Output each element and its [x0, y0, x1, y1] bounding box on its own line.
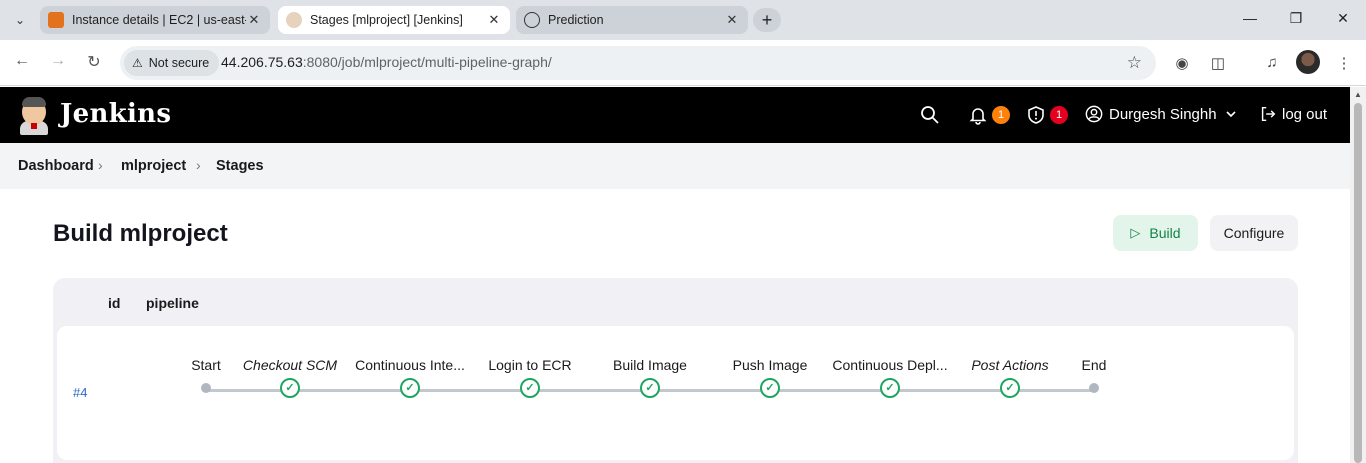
jenkins-logo[interactable] — [18, 95, 50, 135]
logout-link[interactable]: log out — [1259, 105, 1327, 123]
search-button[interactable] — [920, 105, 940, 125]
extension-globe-icon[interactable]: ◉ — [1171, 54, 1193, 72]
forward-arrow-icon[interactable]: → — [46, 52, 70, 70]
user-name: Durgesh Singhh — [1109, 105, 1217, 123]
bell-icon — [969, 108, 987, 125]
notifications-badge: 1 — [992, 106, 1010, 124]
tab-search-chevron-icon[interactable]: ⌄ — [8, 8, 32, 32]
table-row: #4 Start Checkout SCM ✓ Continuous Inte... ✓… — [57, 326, 1294, 460]
restore-icon[interactable]: ❐ — [1286, 10, 1306, 27]
aws-ec2-icon — [48, 12, 64, 28]
warning-triangle-icon: ⚠ — [132, 56, 143, 70]
media-controls-icon[interactable]: ♫ — [1261, 54, 1283, 71]
url-text[interactable]: 44.206.75.63:8080/job/mlproject/multi-pi… — [221, 54, 552, 70]
success-check-icon[interactable]: ✓ — [520, 378, 540, 398]
start-node-icon[interactable] — [201, 383, 211, 393]
profile-avatar[interactable] — [1296, 50, 1320, 74]
shield-icon — [1028, 106, 1044, 124]
success-check-icon[interactable]: ✓ — [640, 378, 660, 398]
success-check-icon[interactable]: ✓ — [1000, 378, 1020, 398]
new-tab-button[interactable]: + — [753, 8, 781, 32]
site-info-button[interactable]: ⚠ Not secure — [124, 50, 220, 76]
breadcrumb-item-dashboard[interactable]: Dashboard — [18, 158, 94, 174]
success-check-icon[interactable]: ✓ — [280, 378, 300, 398]
reload-icon[interactable]: ↻ — [82, 52, 106, 72]
pipeline-table: id pipeline #4 Start Checkout SCM ✓ Continu… — [53, 278, 1298, 463]
globe-icon — [524, 12, 540, 28]
tab-title: Instance details | EC2 | us-east-1 — [72, 13, 246, 27]
success-check-icon[interactable]: ✓ — [760, 378, 780, 398]
browser-menu-icon[interactable]: ⋮ — [1333, 54, 1355, 72]
browser-tab-prediction[interactable]: Prediction ✕ — [516, 6, 748, 34]
pipeline-stage[interactable]: Login to ECR ✓ — [470, 356, 590, 398]
url-host: 44.206.75.63 — [221, 54, 303, 70]
stage-name: End — [1081, 357, 1107, 373]
success-check-icon[interactable]: ✓ — [880, 378, 900, 398]
page-title: Build mlproject — [53, 220, 228, 247]
scrollbar-thumb[interactable] — [1354, 103, 1362, 463]
close-tab-icon[interactable]: ✕ — [724, 12, 740, 28]
column-header-pipeline: pipeline — [146, 295, 199, 311]
minimize-icon[interactable]: — — [1240, 10, 1260, 26]
pipeline-stage[interactable]: Continuous Depl... ✓ — [830, 356, 950, 398]
jenkins-header: Jenkins 1 1 Durgesh Singhh log out — [0, 87, 1350, 143]
stage-name: Checkout SCM — [242, 357, 338, 373]
column-header-id: id — [108, 295, 121, 311]
user-icon — [1085, 105, 1103, 123]
logout-label: log out — [1282, 105, 1328, 123]
browser-tab-ec2[interactable]: Instance details | EC2 | us-east-1 ✕ — [40, 6, 270, 34]
pipeline-stage[interactable]: Push Image ✓ — [710, 356, 830, 398]
logout-icon — [1261, 106, 1276, 122]
pipeline-stage[interactable]: End — [1034, 356, 1154, 393]
back-arrow-icon[interactable]: ← — [10, 52, 34, 70]
security-button[interactable]: 1 — [1026, 105, 1068, 125]
tab-title: Prediction — [548, 13, 604, 27]
url-path: :8080/job/mlproject/multi-pipeline-graph… — [302, 54, 552, 70]
pipeline-stage[interactable]: Build Image ✓ — [590, 356, 710, 398]
not-secure-label: Not secure — [148, 56, 210, 70]
chevron-down-icon — [1226, 111, 1236, 118]
close-window-icon[interactable]: ✕ — [1333, 10, 1353, 27]
security-badge: 1 — [1050, 106, 1068, 124]
stage-name: Continuous Depl... — [832, 357, 948, 373]
stage-name: Push Image — [732, 357, 808, 373]
pipeline-stage[interactable]: Continuous Inte... ✓ — [350, 356, 470, 398]
build-button[interactable]: ▷ Build — [1113, 215, 1198, 251]
search-icon — [921, 106, 939, 124]
browser-toolbar: ← → ↻ ⚠ Not secure 44.206.75.63:8080/job… — [0, 40, 1366, 86]
page-scrollbar[interactable]: ▲ — [1350, 87, 1366, 463]
breadcrumb-item-mlproject[interactable]: mlproject — [121, 158, 186, 174]
bookmark-star-icon[interactable]: ☆ — [1127, 53, 1142, 73]
tab-title: Stages [mlproject] [Jenkins] — [310, 13, 463, 27]
configure-button[interactable]: Configure — [1210, 215, 1298, 251]
user-menu[interactable]: Durgesh Singhh — [1085, 105, 1237, 123]
configure-button-label: Configure — [1223, 225, 1285, 241]
run-id-link[interactable]: #4 — [73, 385, 87, 400]
play-icon: ▷ — [1130, 225, 1141, 240]
jenkins-brand[interactable]: Jenkins — [60, 99, 171, 129]
scroll-up-arrow-icon[interactable]: ▲ — [1354, 90, 1362, 99]
end-node-icon[interactable] — [1089, 383, 1099, 393]
close-tab-icon[interactable]: ✕ — [246, 12, 262, 28]
jenkins-icon — [286, 12, 302, 28]
breadcrumb-item-stages[interactable]: Stages — [216, 158, 264, 174]
chevron-right-icon: › — [196, 157, 201, 173]
pipeline-stage[interactable]: Checkout SCM ✓ — [230, 356, 350, 398]
stage-name: Login to ECR — [488, 357, 572, 373]
breadcrumb: Dashboard › mlproject › Stages — [0, 143, 1350, 189]
stage-name: Continuous Inte... — [355, 357, 465, 373]
extensions-puzzle-icon[interactable]: ◫ — [1207, 54, 1229, 72]
notifications-button[interactable]: 1 — [968, 105, 1010, 125]
close-tab-icon[interactable]: ✕ — [486, 12, 502, 28]
chevron-right-icon: › — [98, 157, 103, 173]
browser-tab-jenkins[interactable]: Stages [mlproject] [Jenkins] ✕ — [278, 6, 510, 34]
stage-name: Build Image — [613, 357, 687, 373]
success-check-icon[interactable]: ✓ — [400, 378, 420, 398]
build-button-label: Build — [1149, 225, 1181, 241]
address-bar[interactable]: ⚠ Not secure 44.206.75.63:8080/job/mlpro… — [120, 46, 1156, 80]
browser-tab-bar: ⌄ Instance details | EC2 | us-east-1 ✕ S… — [0, 0, 1366, 40]
